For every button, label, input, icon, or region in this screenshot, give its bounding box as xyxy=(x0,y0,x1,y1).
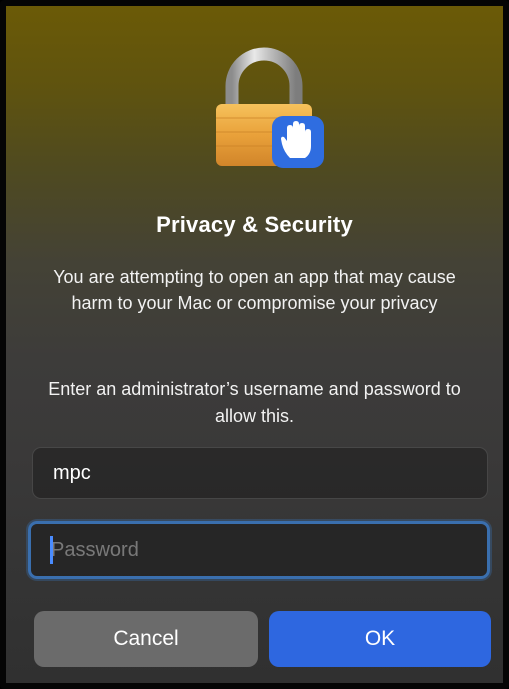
dialog-title: Privacy & Security xyxy=(156,212,353,237)
password-field[interactable] xyxy=(28,521,490,579)
padlock-icon xyxy=(216,47,324,168)
ok-button[interactable]: OK xyxy=(269,611,491,667)
dialog-instruction: Enter an administrator’s username and pa… xyxy=(48,379,461,426)
username-field[interactable] xyxy=(32,447,488,499)
cancel-button[interactable]: Cancel xyxy=(34,611,258,667)
privacy-security-dialog: Privacy & Security You are attempting to… xyxy=(0,0,509,689)
dialog-message: You are attempting to open an app that m… xyxy=(53,267,456,313)
raised-hand-icon xyxy=(272,116,324,168)
